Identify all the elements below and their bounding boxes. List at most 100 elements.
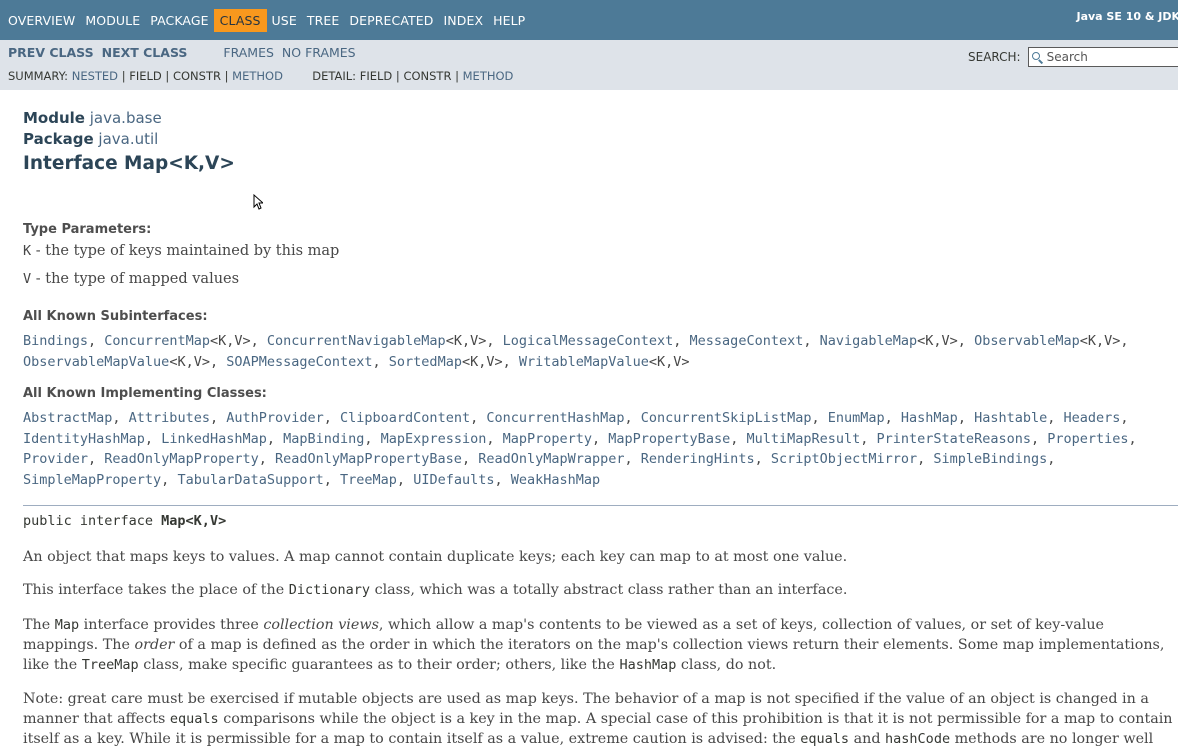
subinterfaces-list: Bindings, ConcurrentMap<K,V>, Concurrent… — [23, 331, 1178, 372]
class-link[interactable]: Attributes — [129, 410, 210, 426]
summary-nested-link[interactable]: NESTED — [72, 69, 118, 83]
frames-link[interactable]: FRAMES — [223, 45, 274, 60]
top-nav-overview[interactable]: OVERVIEW — [3, 9, 80, 32]
p2-text-b: class, which was a totally abstract clas… — [370, 582, 848, 598]
type-link[interactable]: SOAPMessageContext — [226, 354, 372, 370]
type-param-v-name: V — [23, 271, 32, 287]
class-link[interactable]: SimpleBindings — [933, 451, 1047, 467]
top-nav-class: CLASS — [213, 8, 267, 32]
class-link[interactable]: Headers — [1064, 410, 1121, 426]
class-link[interactable]: TreeMap — [340, 472, 397, 488]
class-link[interactable]: RenderingHints — [641, 451, 755, 467]
top-nav-tree[interactable]: TREE — [302, 9, 345, 32]
class-link[interactable]: ClipboardContent — [340, 410, 470, 426]
prev-class-link[interactable]: PREV CLASS — [8, 45, 94, 60]
class-link[interactable]: Hashtable — [974, 410, 1047, 426]
p4-text-c: and — [849, 731, 886, 747]
search-input[interactable]: Search — [1027, 47, 1178, 67]
type-link[interactable]: WritableMapValue — [519, 354, 649, 370]
type-suffix: <K,V>, — [169, 353, 227, 370]
type-link[interactable]: NavigableMap — [820, 333, 918, 349]
summary-method-link[interactable]: METHOD — [232, 69, 283, 83]
type-link[interactable]: ConcurrentNavigableMap — [267, 333, 446, 349]
class-link[interactable]: IdentityHashMap — [23, 431, 145, 447]
no-frames-link[interactable]: NO FRAMES — [282, 45, 356, 60]
treemap-code: TreeMap — [81, 657, 139, 673]
collection-views-emphasis: collection views — [263, 617, 379, 633]
top-nav-package[interactable]: PACKAGE — [145, 9, 213, 32]
type-suffix: <K,V>, — [917, 333, 975, 349]
class-link[interactable]: ReadOnlyMapProperty — [104, 451, 258, 467]
summary-field: FIELD — [129, 69, 162, 83]
class-link[interactable]: LinkedHashMap — [161, 431, 267, 447]
type-param-k-name: K — [23, 243, 32, 259]
equals-code: equals — [169, 711, 219, 727]
top-nav-module[interactable]: MODULE — [80, 9, 145, 32]
class-link[interactable]: ConcurrentHashMap — [486, 410, 624, 426]
class-link[interactable]: MapPropertyBase — [608, 431, 730, 447]
type-suffix: <K,V> — [648, 353, 690, 370]
module-link[interactable]: java.base — [90, 109, 162, 127]
package-link[interactable]: java.util — [98, 130, 158, 148]
class-link[interactable]: MapBinding — [283, 431, 364, 447]
type-link[interactable]: LogicalMessageContext — [503, 333, 674, 349]
type-param-v: V - the type of mapped values — [23, 271, 1178, 287]
summary-constr: CONSTR — [172, 69, 221, 83]
package-label: Package — [23, 130, 94, 148]
type-link[interactable]: ConcurrentMap — [104, 333, 210, 349]
sub-nav-bar: PREV CLASS NEXT CLASS FRAMES NO FRAMES SUM… — [0, 40, 1178, 90]
description-paragraph-2: This interface takes the place of the Di… — [23, 580, 1178, 600]
type-suffix: , — [88, 333, 105, 349]
description-paragraph-3: The Map interface provides three collect… — [23, 615, 1178, 675]
type-link[interactable]: ObservableMap — [974, 333, 1080, 349]
class-link[interactable]: ConcurrentSkipListMap — [641, 410, 812, 426]
subinterfaces-line: ObservableMapValue<K,V>, SOAPMessageCont… — [23, 352, 1178, 373]
class-link[interactable]: SimpleMapProperty — [23, 472, 161, 488]
top-nav-index[interactable]: INDEX — [439, 9, 489, 32]
implementing-line: SimpleMapProperty, TabularDataSupport, T… — [23, 471, 601, 488]
class-link[interactable]: AuthProvider — [226, 410, 324, 426]
top-nav-deprecated[interactable]: DEPRECATED — [344, 9, 438, 32]
type-suffix: <K,V>, — [1079, 333, 1129, 349]
class-link[interactable]: Properties — [1047, 431, 1128, 447]
type-link[interactable]: Bindings — [23, 333, 88, 349]
class-link[interactable]: ReadOnlyMapWrapper — [478, 451, 624, 467]
type-link[interactable]: MessageContext — [690, 333, 804, 349]
class-link[interactable]: MultiMapResult — [746, 431, 860, 447]
detail-field: FIELD — [359, 69, 393, 83]
implementing-line: Provider, ReadOnlyMapProperty, ReadOnlyM… — [23, 451, 1056, 467]
type-suffix: , — [673, 333, 690, 349]
subinterfaces-section: All Known Subinterfaces: Bindings, Concu… — [23, 309, 1178, 372]
class-link[interactable]: EnumMap — [828, 410, 885, 426]
class-link[interactable]: MapProperty — [503, 431, 592, 447]
equals-code-2: equals — [800, 731, 850, 747]
detail-method-link[interactable]: METHOD — [463, 69, 514, 83]
class-link[interactable]: AbstractMap — [23, 410, 112, 426]
class-link[interactable]: TabularDataSupport — [177, 472, 323, 488]
summary-label: SUMMARY: — [8, 69, 69, 83]
description-paragraph-1: An object that maps keys to values. A ma… — [23, 549, 848, 565]
class-nav-row: PREV CLASS NEXT CLASS FRAMES NO FRAMES — [8, 45, 360, 60]
search-area: SEARCH: Search — [968, 47, 1178, 67]
p3-text-e: class, make specific guarantees as to th… — [138, 657, 620, 673]
class-link[interactable]: ScriptObjectMirror — [771, 451, 917, 467]
order-emphasis: order — [134, 637, 175, 653]
class-link[interactable]: HashMap — [901, 410, 958, 426]
top-nav-help[interactable]: HELP — [488, 9, 530, 32]
search-icon — [1031, 51, 1043, 63]
p3-text-b: interface provides three — [79, 617, 264, 633]
class-link[interactable]: Provider — [23, 451, 88, 467]
class-link[interactable]: ReadOnlyMapPropertyBase — [275, 451, 462, 467]
type-suffix: <K,V>, — [445, 333, 503, 349]
type-link[interactable]: ObservableMapValue — [23, 354, 169, 370]
class-link[interactable]: PrinterStateReasons — [877, 431, 1031, 447]
type-link[interactable]: SortedMap — [389, 354, 462, 370]
top-nav-use[interactable]: USE — [267, 9, 302, 32]
next-class-link[interactable]: NEXT CLASS — [102, 45, 188, 60]
subinterfaces-line: Bindings, ConcurrentMap<K,V>, Concurrent… — [23, 331, 1178, 352]
search-placeholder: Search — [1046, 50, 1088, 64]
type-suffix: <K,V>, — [209, 333, 267, 349]
class-link[interactable]: WeakHashMap — [511, 472, 600, 488]
class-link[interactable]: MapExpression — [381, 431, 487, 447]
class-link[interactable]: UIDefaults — [413, 472, 494, 488]
